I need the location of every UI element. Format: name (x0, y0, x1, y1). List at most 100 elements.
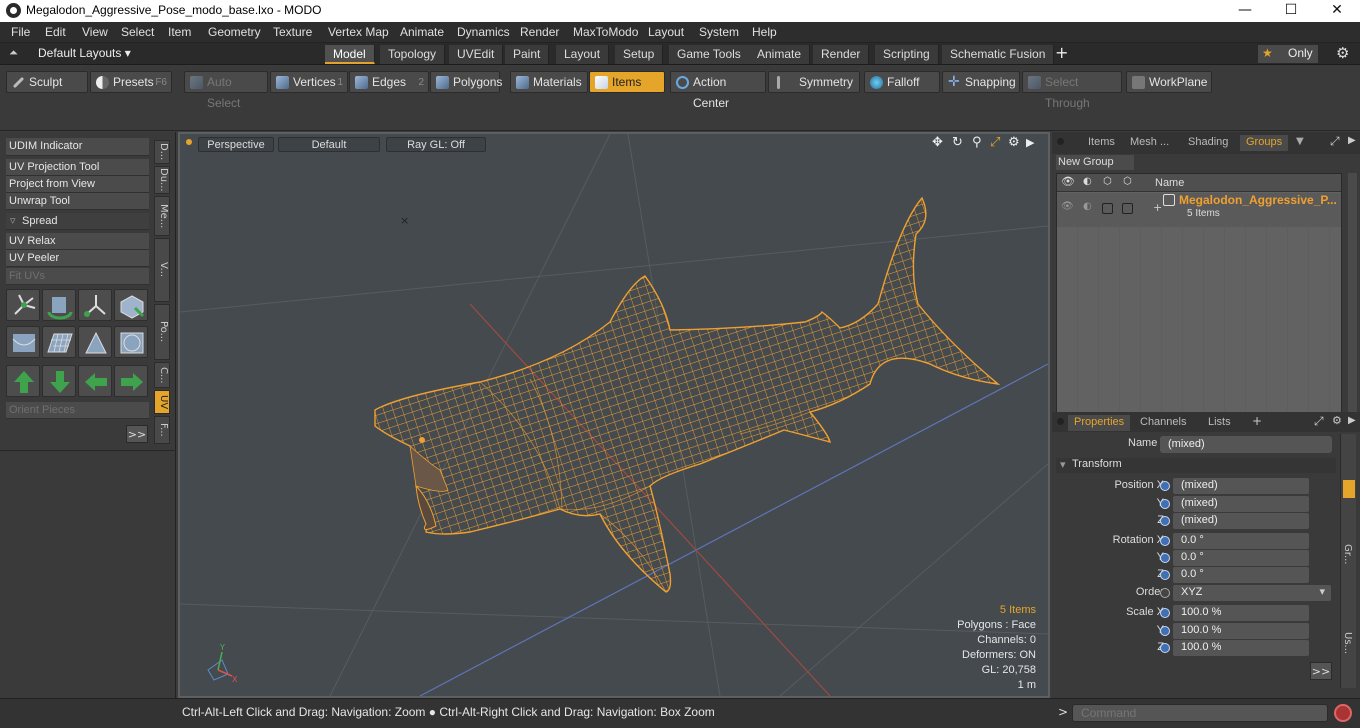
shading-dropdown[interactable]: Default (278, 137, 380, 152)
scale-z-field[interactable]: 100.0 % (1173, 640, 1309, 656)
select-through-button[interactable]: Select Through (1022, 71, 1122, 110)
tab-topology[interactable]: Topology (380, 45, 446, 64)
render-toggle-icon[interactable]: ◐ (1083, 201, 1092, 212)
tab-properties[interactable]: Properties (1068, 415, 1131, 431)
tab-shading[interactable]: Shading (1182, 135, 1234, 151)
visibility-eye-icon[interactable]: 👁 (1061, 201, 1074, 212)
new-group-button[interactable]: New Group (1056, 155, 1134, 170)
uv-pyramid-icon[interactable] (78, 326, 112, 358)
menu-select[interactable]: Select (121, 25, 154, 39)
group-name[interactable]: Megalodon_Aggressive_P... (1179, 193, 1337, 207)
vtab-du[interactable]: Du... (154, 166, 170, 194)
viewport-menu-arrow-icon[interactable]: ▶ (1026, 136, 1034, 149)
udim-indicator-button[interactable]: UDIM Indicator (6, 138, 149, 156)
projection-dropdown[interactable]: Perspective (198, 137, 274, 152)
position-y-field[interactable]: (mixed) (1173, 496, 1309, 512)
keyframe-dot-icon[interactable] (1160, 536, 1170, 546)
minimize-button[interactable]: — (1222, 0, 1268, 22)
position-z-field[interactable]: (mixed) (1173, 513, 1309, 529)
sculpt-button[interactable]: Sculpt (6, 71, 88, 93)
arrow-right-icon[interactable] (114, 365, 148, 397)
panel-arrow-icon[interactable]: ▶ (1348, 135, 1356, 146)
vtab-v[interactable]: V... (154, 238, 170, 302)
tab-setup[interactable]: Setup (615, 45, 664, 64)
keyframe-dot-icon[interactable] (1160, 481, 1170, 491)
add-tab-button[interactable]: + (1252, 414, 1262, 428)
side-tab-us[interactable]: Us... (1342, 632, 1353, 654)
rotation-x-field[interactable]: 0.0 ° (1173, 533, 1309, 549)
uv-scale-icon[interactable] (78, 289, 112, 321)
groups-scrollbar[interactable] (1348, 173, 1357, 427)
keyframe-dot-icon[interactable] (1160, 499, 1170, 509)
polygons-button[interactable]: Polygons (430, 71, 502, 93)
project-from-view-button[interactable]: Project from View (6, 176, 149, 193)
scale-y-field[interactable]: 100.0 % (1173, 623, 1309, 639)
tab-uvedit[interactable]: UVEdit (449, 45, 504, 64)
keyframe-dot-icon[interactable] (1160, 570, 1170, 580)
tab-groups[interactable]: Groups (1240, 135, 1289, 151)
uv-transform-icon[interactable] (114, 289, 148, 321)
rotate-view-icon[interactable]: ↻ (952, 135, 963, 150)
tab-animate[interactable]: Animate (749, 45, 811, 64)
menu-render[interactable]: Render (520, 25, 559, 39)
position-x-field[interactable]: (mixed) (1173, 478, 1309, 494)
tab-schematic-fusion[interactable]: Schematic Fusion (942, 45, 1055, 64)
side-tab-gr[interactable]: Gr... (1342, 544, 1353, 564)
snapping-button[interactable]: ✛ Snapping (942, 71, 1020, 93)
menu-file[interactable]: File (11, 25, 30, 39)
uv-mirror-icon[interactable] (6, 326, 40, 358)
orient-pieces-button[interactable]: Orient Pieces (6, 402, 149, 419)
only-toggle[interactable]: ★ Only (1258, 45, 1318, 63)
tab-paint[interactable]: Paint (505, 45, 550, 64)
gear-icon[interactable]: ⚙ (1336, 44, 1349, 62)
tab-model[interactable]: Model (325, 45, 375, 64)
arrow-up-icon[interactable] (6, 365, 40, 397)
order-dropdown[interactable]: XYZ ▾ (1173, 585, 1331, 601)
tab-render[interactable]: Render (813, 45, 870, 64)
menu-system[interactable]: System (699, 25, 739, 39)
uv-relax-button[interactable]: UV Relax (6, 233, 149, 250)
keyframe-dot-icon[interactable] (1160, 608, 1170, 618)
collapse-arrow-icon[interactable]: ⏶ (9, 46, 18, 60)
tab-game-tools[interactable]: Game Tools (669, 45, 750, 64)
fit-uvs-button[interactable]: Fit UVs (6, 268, 149, 285)
expand-icon[interactable]: ⤢ (1314, 414, 1324, 429)
menu-help[interactable]: Help (752, 25, 777, 39)
rotation-z-field[interactable]: 0.0 ° (1173, 567, 1309, 583)
falloff-button[interactable]: Falloff (864, 71, 940, 93)
expand-plus-icon[interactable]: + (1153, 201, 1162, 214)
menu-view[interactable]: View (82, 25, 108, 39)
action-center-button[interactable]: Action Center (670, 71, 766, 110)
more-properties-button[interactable]: >> (1310, 662, 1332, 680)
vtab-po[interactable]: Po... (154, 304, 170, 360)
more-tools-button[interactable]: >> (126, 425, 148, 443)
tab-items[interactable]: Items (1082, 135, 1121, 151)
close-button[interactable]: ✕ (1314, 0, 1360, 22)
menu-texture[interactable]: Texture (273, 25, 312, 39)
tabs-dropdown-icon[interactable]: ▼ (1296, 136, 1304, 147)
lock-checkbox[interactable] (1102, 203, 1113, 214)
items-button[interactable]: Items (589, 71, 665, 93)
gear-icon[interactable]: ⚙ (1332, 414, 1342, 427)
viewport-gear-icon[interactable]: ⚙ (1008, 135, 1020, 150)
uv-rotate-icon[interactable] (42, 289, 76, 321)
vtab-c[interactable]: C... (154, 362, 170, 388)
menu-dynamics[interactable]: Dynamics (457, 25, 510, 39)
menu-maxtomodo[interactable]: MaxToModo (573, 25, 638, 39)
tab-mesh[interactable]: Mesh ... (1124, 135, 1175, 151)
menu-geometry[interactable]: Geometry (208, 25, 261, 39)
select-checkbox[interactable] (1122, 203, 1133, 214)
uv-peeler-button[interactable]: UV Peeler (6, 250, 149, 267)
keyframe-dot-icon[interactable] (1160, 643, 1170, 653)
fit-view-icon[interactable]: ⤢ (990, 135, 1000, 150)
spread-section[interactable]: ▿ Spread (6, 213, 149, 230)
edges-button[interactable]: Edges 2 (349, 71, 429, 93)
raygl-toggle[interactable]: Ray GL: Off (386, 137, 486, 152)
uv-projection-tool-button[interactable]: UV Projection Tool (6, 159, 149, 176)
vtab-me[interactable]: Me... (154, 196, 170, 236)
rotation-y-field[interactable]: 0.0 ° (1173, 550, 1309, 566)
workplane-button[interactable]: WorkPlane (1126, 71, 1212, 93)
unwrap-tool-button[interactable]: Unwrap Tool (6, 193, 149, 210)
layouts-selector[interactable]: Default Layouts ▾ (38, 46, 131, 60)
auto-select-button[interactable]: Auto Select (184, 71, 268, 110)
